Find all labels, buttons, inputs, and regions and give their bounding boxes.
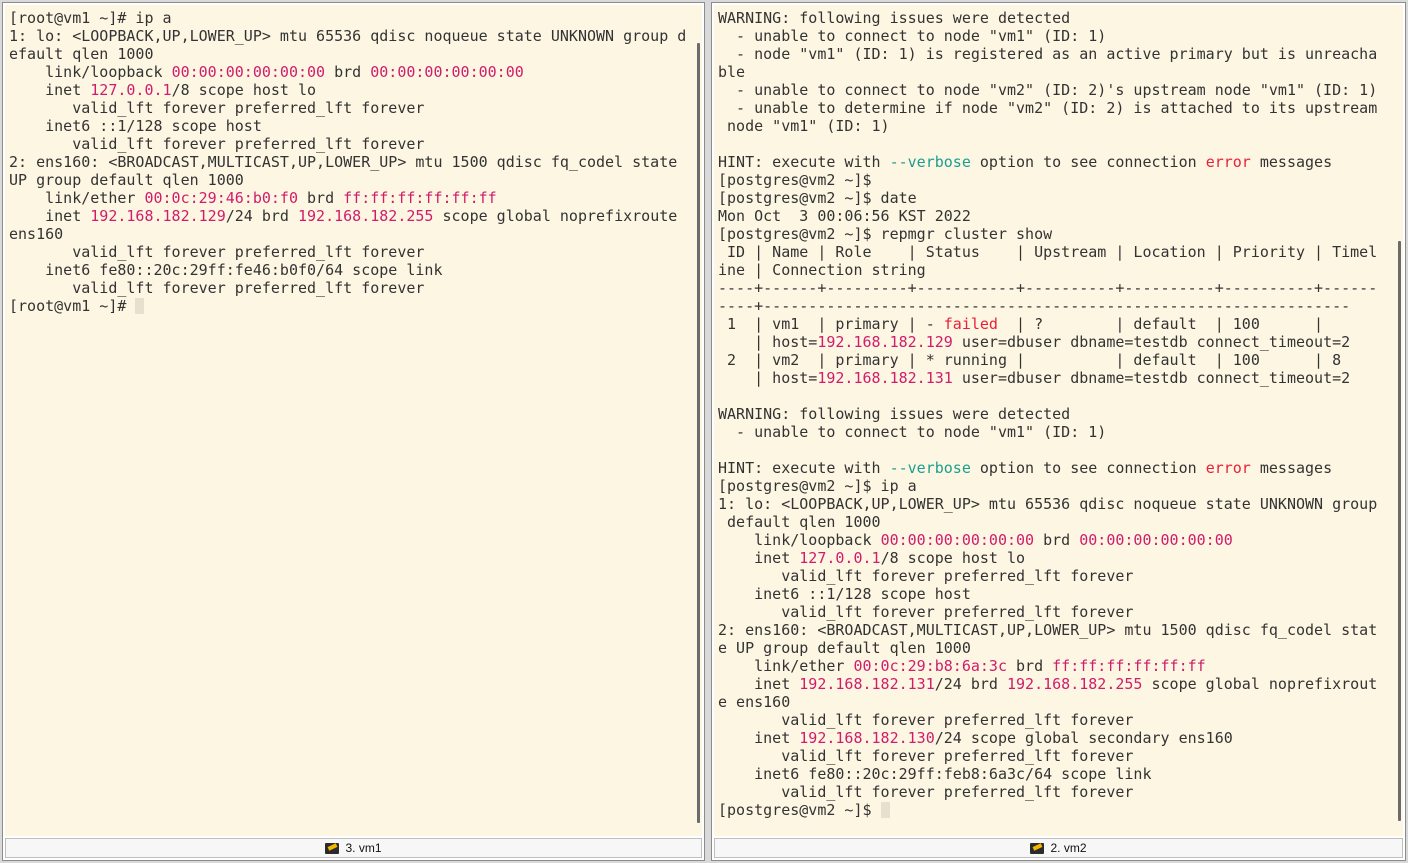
tab-vm2[interactable]: 2. vm2 [714,838,1403,858]
terminal-text-vm2: WARNING: following issues were detected … [718,9,1378,819]
scrollbar-vm2[interactable] [1398,241,1401,821]
tab-vm1[interactable]: 3. vm1 [5,838,702,858]
terminal-pane-vm2[interactable]: WARNING: following issues were detected … [711,2,1406,861]
tab-label-vm2: 2. vm2 [1050,841,1087,855]
cursor-vm1 [135,298,145,314]
shell-prompt-vm2: [postgres@vm2 ~]$ [718,801,881,819]
terminal-output-vm1[interactable]: [root@vm1 ~]# ip a 1: lo: <LOOPBACK,UP,L… [5,5,702,836]
tab-label-vm1: 3. vm1 [345,841,382,855]
terminal-text-vm1: [root@vm1 ~]# ip a 1: lo: <LOOPBACK,UP,L… [9,9,687,315]
cursor-vm2 [880,802,890,818]
terminal-icon [1030,842,1045,854]
terminal-output-vm2[interactable]: WARNING: following issues were detected … [714,5,1403,836]
terminal-icon [325,842,340,854]
terminal-pane-vm1[interactable]: [root@vm1 ~]# ip a 1: lo: <LOOPBACK,UP,L… [2,2,705,861]
scrollbar-vm1[interactable] [697,43,700,823]
shell-prompt-vm1: [root@vm1 ~]# [9,297,136,315]
